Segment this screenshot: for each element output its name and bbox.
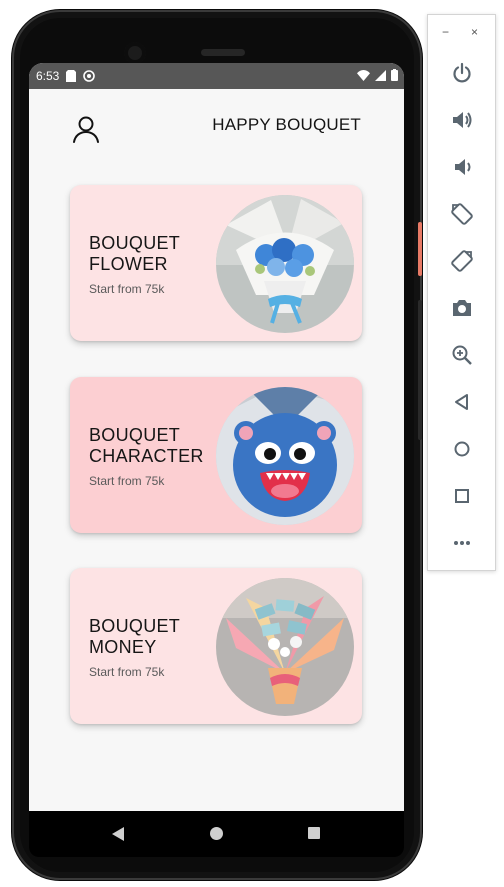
volume-up-button[interactable] bbox=[428, 103, 496, 137]
card-title: BOUQUET MONEY bbox=[89, 616, 180, 657]
power-icon bbox=[453, 62, 471, 83]
card-subtitle: Start from 75k bbox=[89, 282, 165, 296]
back-icon bbox=[455, 394, 468, 410]
card-bouquet-character[interactable]: BOUQUET CHARACTER Start from 75k bbox=[70, 377, 362, 533]
sd-card-icon bbox=[66, 70, 77, 82]
emulator-overview-button[interactable] bbox=[428, 479, 496, 513]
emulator-panel: − × bbox=[427, 14, 496, 571]
emulator-back-button[interactable] bbox=[428, 385, 496, 419]
power-side-button bbox=[418, 222, 422, 276]
emulator-home-button[interactable] bbox=[428, 432, 496, 466]
system-nav-bar bbox=[29, 811, 404, 857]
zoom-button[interactable] bbox=[428, 338, 496, 372]
bouquet-character-image bbox=[216, 387, 354, 525]
app-screen: 6:53 HAPPY BOUQUET BOUQUET FLOWER Start … bbox=[29, 63, 404, 811]
power-button[interactable] bbox=[428, 56, 496, 90]
rotate-left-icon bbox=[451, 203, 473, 225]
more-icon bbox=[454, 541, 470, 545]
card-subtitle: Start from 75k bbox=[89, 665, 165, 679]
card-subtitle: Start from 75k bbox=[89, 474, 165, 488]
bouquet-money-image bbox=[216, 578, 354, 716]
overview-icon bbox=[455, 489, 469, 503]
signal-icon bbox=[375, 69, 386, 81]
screenshot-button[interactable] bbox=[428, 291, 496, 325]
home-icon bbox=[454, 441, 470, 457]
rotate-right-icon bbox=[451, 250, 473, 272]
earpiece-speaker bbox=[201, 49, 245, 56]
rotate-right-button[interactable] bbox=[428, 244, 496, 278]
app-bar: HAPPY BOUQUET bbox=[29, 89, 404, 159]
status-time: 6:53 bbox=[36, 69, 60, 83]
card-title: BOUQUET FLOWER bbox=[89, 233, 180, 274]
status-bar: 6:53 bbox=[29, 63, 404, 89]
card-title: BOUQUET CHARACTER bbox=[89, 425, 204, 466]
minimize-button[interactable]: − bbox=[442, 25, 449, 39]
nav-overview-icon[interactable] bbox=[307, 826, 321, 840]
volume-down-button[interactable] bbox=[428, 150, 496, 184]
zoom-icon bbox=[452, 345, 472, 365]
wifi-icon bbox=[357, 69, 370, 81]
camera-icon bbox=[453, 300, 471, 316]
battery-icon bbox=[391, 69, 398, 81]
close-button[interactable]: × bbox=[471, 25, 478, 39]
bouquet-flower-image bbox=[216, 195, 354, 333]
play-protect-icon bbox=[83, 70, 96, 82]
volume-side-button bbox=[418, 300, 422, 440]
nav-home-icon[interactable] bbox=[209, 826, 224, 841]
app-title: HAPPY BOUQUET bbox=[212, 115, 361, 134]
front-camera bbox=[124, 42, 146, 64]
volume-up-icon bbox=[453, 112, 472, 128]
profile-icon[interactable] bbox=[71, 114, 101, 144]
card-bouquet-flower[interactable]: BOUQUET FLOWER Start from 75k bbox=[70, 185, 362, 341]
nav-back-icon[interactable] bbox=[111, 826, 125, 842]
rotate-left-button[interactable] bbox=[428, 197, 496, 231]
volume-down-icon bbox=[455, 159, 471, 175]
card-bouquet-money[interactable]: BOUQUET MONEY Start from 75k bbox=[70, 568, 362, 724]
more-button[interactable] bbox=[428, 526, 496, 560]
